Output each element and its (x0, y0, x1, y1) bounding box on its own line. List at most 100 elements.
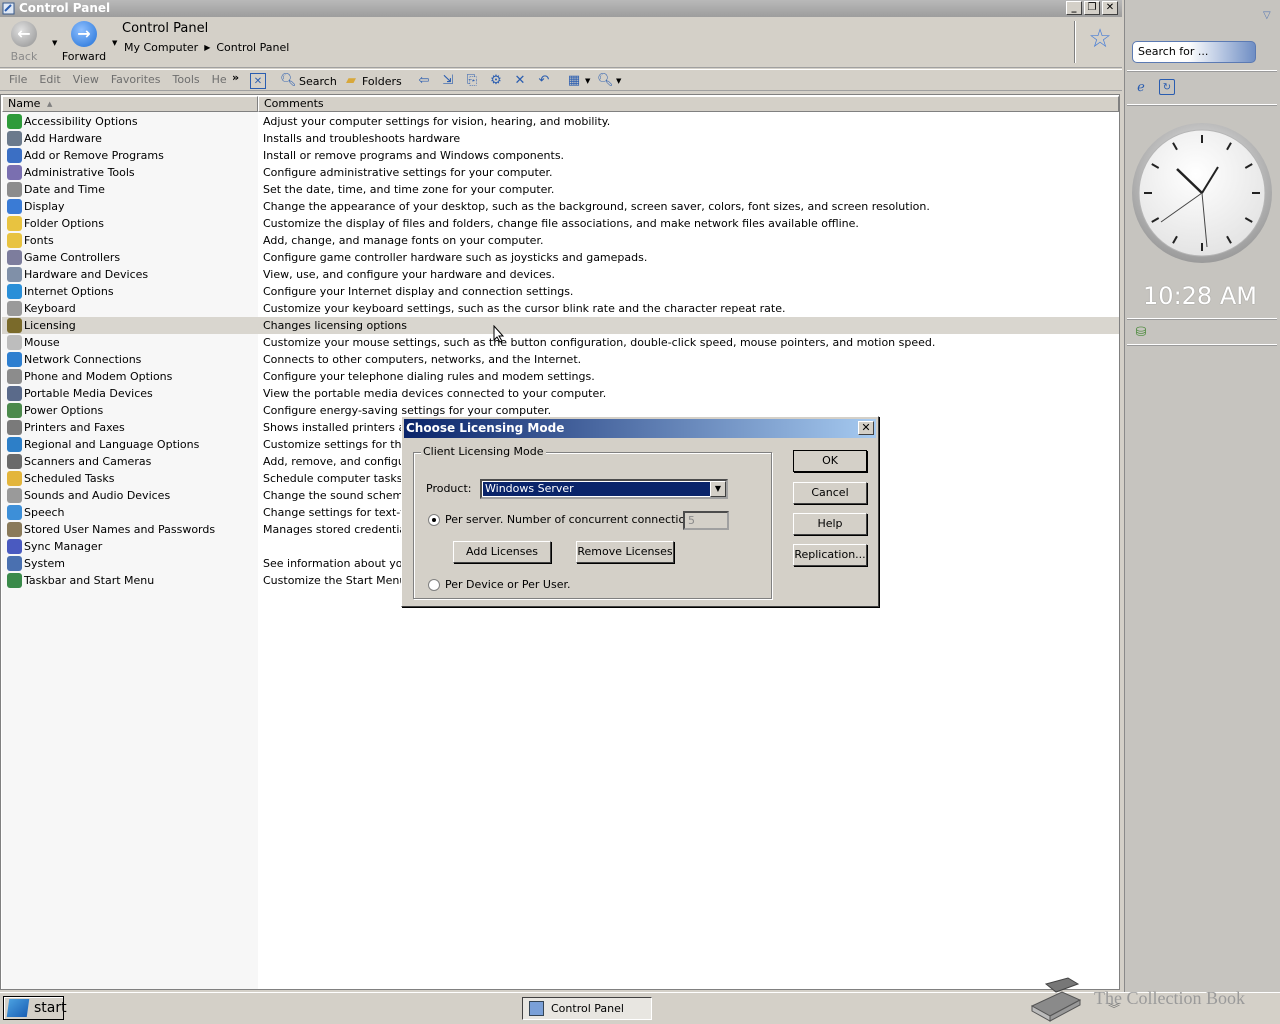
list-item[interactable]: Administrative Tools Configure administra… (2, 164, 1119, 181)
control-panel-applet-icon (7, 505, 22, 520)
delete-button[interactable]: ✕ (512, 72, 528, 90)
menu-overflow-chevron[interactable]: » (232, 71, 239, 84)
internet-explorer-icon[interactable]: ℯ (1133, 80, 1149, 96)
minimize-button[interactable]: _ (1066, 1, 1082, 15)
back-toolbar-button[interactable]: ⇦ (416, 72, 432, 90)
sidebar-search-input[interactable]: Search for ... (1132, 41, 1256, 63)
column-header-name-label: Name (8, 97, 41, 110)
control-panel-applet-icon (7, 386, 22, 401)
list-item-name: Network Connections (24, 353, 142, 366)
copy-to-button[interactable]: ⎘ (464, 72, 480, 90)
sidebar-menu-chevron-icon[interactable]: ▽ (1263, 10, 1271, 21)
zoom-button[interactable]: 🔍︎ ▼ (597, 72, 621, 90)
list-item-comment: Configure game controller hardware such … (263, 251, 648, 264)
list-item-name: Fonts (24, 234, 54, 247)
search-button[interactable]: 🔍︎ Search (280, 72, 337, 90)
folders-icon: ▰ (346, 73, 356, 88)
remove-licenses-button[interactable]: Remove Licenses (576, 541, 674, 563)
list-item[interactable]: Network Connections Connects to other com… (2, 351, 1119, 368)
desktop-sidebar: ▽ Search for ... ℯ ↻ 10:28 AM ⛁ (1124, 0, 1280, 1024)
list-item[interactable]: Display Change the appearance of your des… (2, 198, 1119, 215)
list-item-name: Keyboard (24, 302, 76, 315)
breadcrumb-control-panel[interactable]: Control Panel (216, 41, 289, 55)
restore-button[interactable]: ❐ (1084, 1, 1100, 15)
list-item-comment: See information about your c (263, 557, 424, 570)
views-grid-icon: ▦ (567, 73, 581, 88)
nav-divider (1074, 21, 1076, 63)
list-item[interactable]: Folder Options Customize the display of f… (2, 215, 1119, 232)
menu-tools[interactable]: Tools (167, 73, 206, 86)
list-item[interactable]: Accessibility Options Adjust your compute… (2, 113, 1119, 130)
network-tray-icon[interactable]: ⛁ (1133, 325, 1149, 341)
move-to-button[interactable]: ⇲ (440, 72, 456, 90)
list-item[interactable]: Internet Options Configure your Internet … (2, 283, 1119, 300)
list-item[interactable]: Portable Media Devices View the portable … (2, 385, 1119, 402)
folders-button[interactable]: ▰ Folders (343, 72, 402, 90)
dialog-close-button[interactable]: ✕ (858, 421, 874, 435)
per-device-radio[interactable] (428, 579, 440, 591)
control-panel-applet-icon (7, 318, 22, 333)
chevron-down-icon[interactable]: ▼ (710, 481, 726, 497)
list-item[interactable]: Fonts Add, change, and manage fonts on yo… (2, 232, 1119, 249)
cancel-button[interactable]: Cancel (793, 482, 867, 504)
menu-help[interactable]: He (206, 73, 233, 86)
stop-button[interactable]: ✕ (250, 72, 266, 90)
ok-button[interactable]: OK (793, 450, 867, 472)
breadcrumb-my-computer[interactable]: My Computer (124, 41, 198, 55)
close-button[interactable]: ✕ (1102, 1, 1118, 15)
views-dropdown-icon: ▼ (585, 77, 591, 85)
list-item-name: Licensing (24, 319, 76, 332)
list-item[interactable]: Add or Remove Programs Install or remove … (2, 147, 1119, 164)
list-item[interactable]: Date and Time Set the date, time, and tim… (2, 181, 1119, 198)
help-button[interactable]: Help (793, 513, 867, 535)
start-button[interactable]: start (3, 996, 67, 1020)
control-panel-applet-icon (7, 437, 22, 452)
favorites-star-icon[interactable]: ☆ (1086, 25, 1114, 53)
list-item[interactable]: Add Hardware Installs and troubleshoots h… (2, 130, 1119, 147)
product-select[interactable]: Windows Server ▼ (480, 479, 728, 499)
menu-favorites[interactable]: Favorites (105, 73, 167, 86)
dialog-title-bar[interactable]: Choose Licensing Mode ✕ (404, 419, 876, 438)
list-item-comment: Set the date, time, and time zone for yo… (263, 183, 555, 196)
search-button-label: Search (299, 74, 337, 88)
list-item-comment: Customize the display of files and folde… (263, 217, 859, 230)
list-item-name: Sync Manager (24, 540, 103, 553)
per-server-label[interactable]: Per server. Number of concurrent connect… (445, 513, 702, 526)
back-history-dropdown-icon[interactable]: ▼ (52, 39, 57, 47)
taskbar-item-control-panel[interactable]: Control Panel (522, 997, 652, 1020)
back-label: Back (10, 50, 38, 63)
list-item[interactable]: Phone and Modem Options Configure your te… (2, 368, 1119, 385)
refresh-icon[interactable]: ↻ (1159, 79, 1175, 95)
list-item-name: Internet Options (24, 285, 114, 298)
list-item-name: Mouse (24, 336, 60, 349)
control-panel-applet-icon (7, 403, 22, 418)
back-button[interactable]: ← Back (6, 21, 42, 63)
column-header-name[interactable]: Name ▲ (2, 96, 258, 112)
list-item[interactable]: Game Controllers Configure game controlle… (2, 249, 1119, 266)
replication-button[interactable]: Replication... (793, 544, 867, 566)
list-item-name: Stored User Names and Passwords (24, 523, 216, 536)
window-title-bar[interactable]: Control Panel _ ❐ ✕ (0, 0, 1122, 17)
list-item-name: Scheduled Tasks (24, 472, 115, 485)
list-item[interactable]: Hardware and Devices View, use, and confi… (2, 266, 1119, 283)
product-select-value: Windows Server (482, 481, 712, 497)
forward-button[interactable]: → Forward (60, 21, 108, 63)
add-licenses-button[interactable]: Add Licenses (453, 541, 551, 563)
menu-file[interactable]: File (3, 73, 33, 86)
list-item[interactable]: Keyboard Customize your keyboard settings… (2, 300, 1119, 317)
per-device-label[interactable]: Per Device or Per User. (445, 578, 570, 591)
column-header-comments[interactable]: Comments (258, 96, 1119, 112)
undo-back-icon: ⇦ (418, 73, 430, 88)
forward-history-dropdown-icon[interactable]: ▼ (112, 39, 117, 47)
views-button[interactable]: ▦ ▼ (566, 72, 591, 90)
back-arrow-icon: ← (11, 21, 37, 47)
per-server-radio[interactable] (428, 514, 440, 526)
menu-view[interactable]: View (67, 73, 105, 86)
undo-button[interactable]: ↶ (536, 72, 552, 90)
tray-expand-icon[interactable]: ︾ (1108, 1000, 1120, 1017)
list-item[interactable]: Licensing Changes licensing options (2, 317, 1119, 334)
properties-button[interactable]: ⚙︎ (488, 72, 504, 90)
menu-edit[interactable]: Edit (33, 73, 66, 86)
list-item[interactable]: Mouse Customize your mouse settings, such… (2, 334, 1119, 351)
list-item-comment: View the portable media devices connecte… (263, 387, 607, 400)
